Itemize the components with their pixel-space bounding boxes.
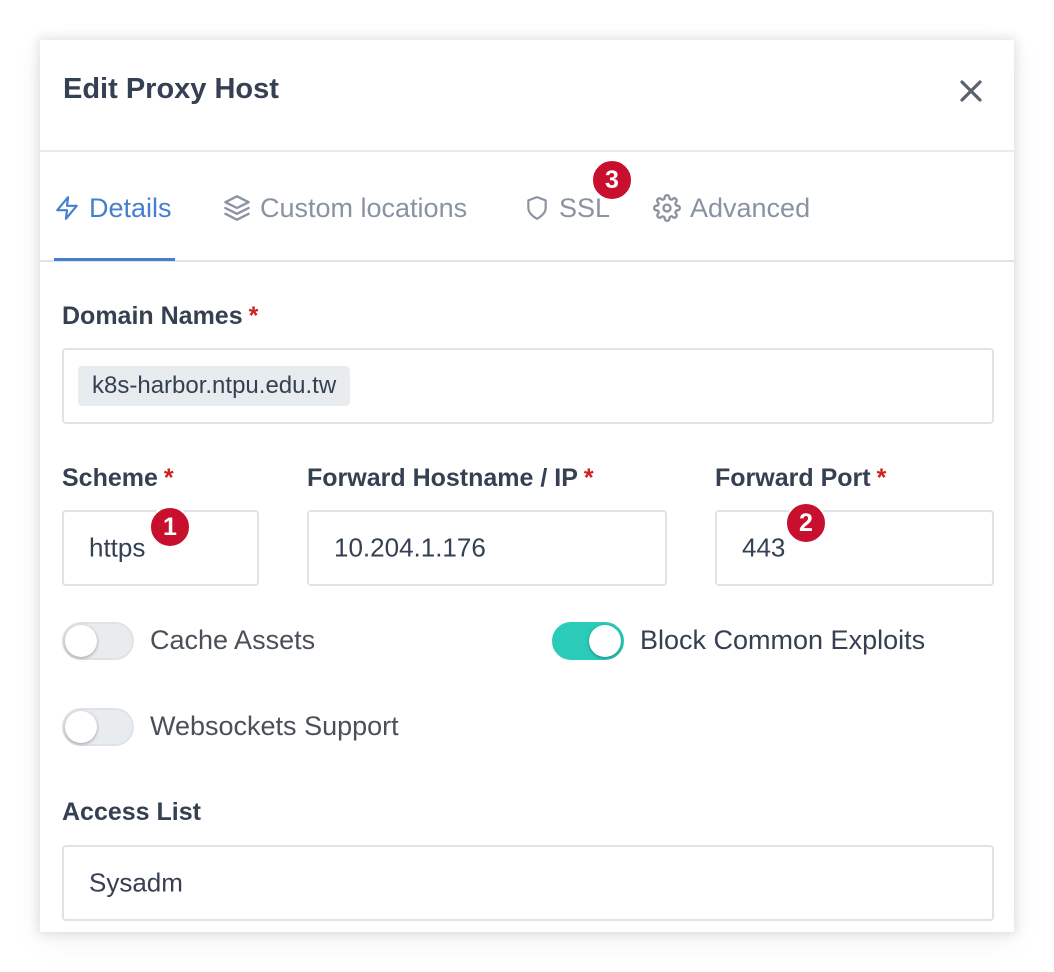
required-marker: *	[583, 464, 594, 492]
access-list-label: Access List	[62, 798, 201, 826]
tab-custom-locations-label: Custom locations	[260, 192, 468, 223]
required-marker: *	[163, 464, 174, 492]
tab-bar: Details Custom locations SSL Advanced	[40, 152, 1014, 262]
gear-icon	[653, 194, 681, 222]
toggle-knob	[65, 625, 97, 657]
tab-details[interactable]: Details	[54, 188, 172, 228]
tab-details-label: Details	[89, 192, 172, 223]
toggle-knob	[65, 711, 97, 743]
tab-custom-locations[interactable]: Custom locations	[223, 188, 467, 228]
cache-assets-label: Cache Assets	[150, 625, 316, 655]
close-icon	[960, 80, 982, 102]
forward-port-value: 443	[742, 532, 786, 563]
websockets-support-toggle[interactable]	[62, 708, 134, 746]
tab-advanced-label: Advanced	[690, 192, 811, 223]
annotation-badge-3: 3	[591, 159, 633, 201]
edit-proxy-host-modal: Edit Proxy Host Details Custom locations	[40, 40, 1014, 932]
forward-port-input[interactable]: 443	[715, 510, 994, 586]
annotation-badge-1: 1	[149, 506, 191, 548]
close-button[interactable]	[956, 76, 986, 106]
forward-port-label: Forward Port *	[715, 464, 886, 493]
required-marker: *	[248, 302, 259, 330]
layers-icon	[224, 195, 250, 221]
scheme-value: https	[89, 532, 146, 563]
forward-port-label-text: Forward Port	[715, 464, 871, 492]
modal-header: Edit Proxy Host	[40, 40, 1014, 152]
domain-names-input[interactable]: k8s-harbor.ntpu.edu.tw	[62, 348, 994, 424]
block-common-exploits-toggle[interactable]	[552, 622, 624, 660]
domain-tag[interactable]: k8s-harbor.ntpu.edu.tw	[78, 366, 351, 406]
shield-icon	[527, 196, 547, 220]
access-list-value: Sysadm	[89, 867, 183, 898]
annotation-badge-2: 2	[785, 502, 827, 544]
cache-assets-toggle[interactable]	[62, 622, 134, 660]
tab-advanced[interactable]: Advanced	[653, 188, 810, 228]
scheme-label: Scheme *	[62, 464, 174, 493]
websockets-support-label: Websockets Support	[150, 711, 399, 741]
lightning-icon	[56, 196, 78, 220]
required-marker: *	[876, 464, 887, 492]
forward-hostname-input[interactable]: 10.204.1.176	[307, 510, 667, 586]
block-common-exploits-label: Block Common Exploits	[640, 625, 926, 655]
forward-hostname-label-text: Forward Hostname / IP	[307, 464, 578, 492]
forward-hostname-label: Forward Hostname / IP *	[307, 464, 594, 493]
forward-hostname-value: 10.204.1.176	[334, 532, 486, 563]
domain-names-label: Domain Names *	[62, 302, 258, 331]
domain-names-label-text: Domain Names	[62, 302, 243, 330]
modal-title: Edit Proxy Host	[63, 73, 279, 105]
access-list-select[interactable]: Sysadm	[62, 845, 994, 921]
toggle-knob	[589, 625, 621, 657]
scheme-label-text: Scheme	[62, 464, 158, 492]
active-tab-indicator	[54, 258, 175, 261]
